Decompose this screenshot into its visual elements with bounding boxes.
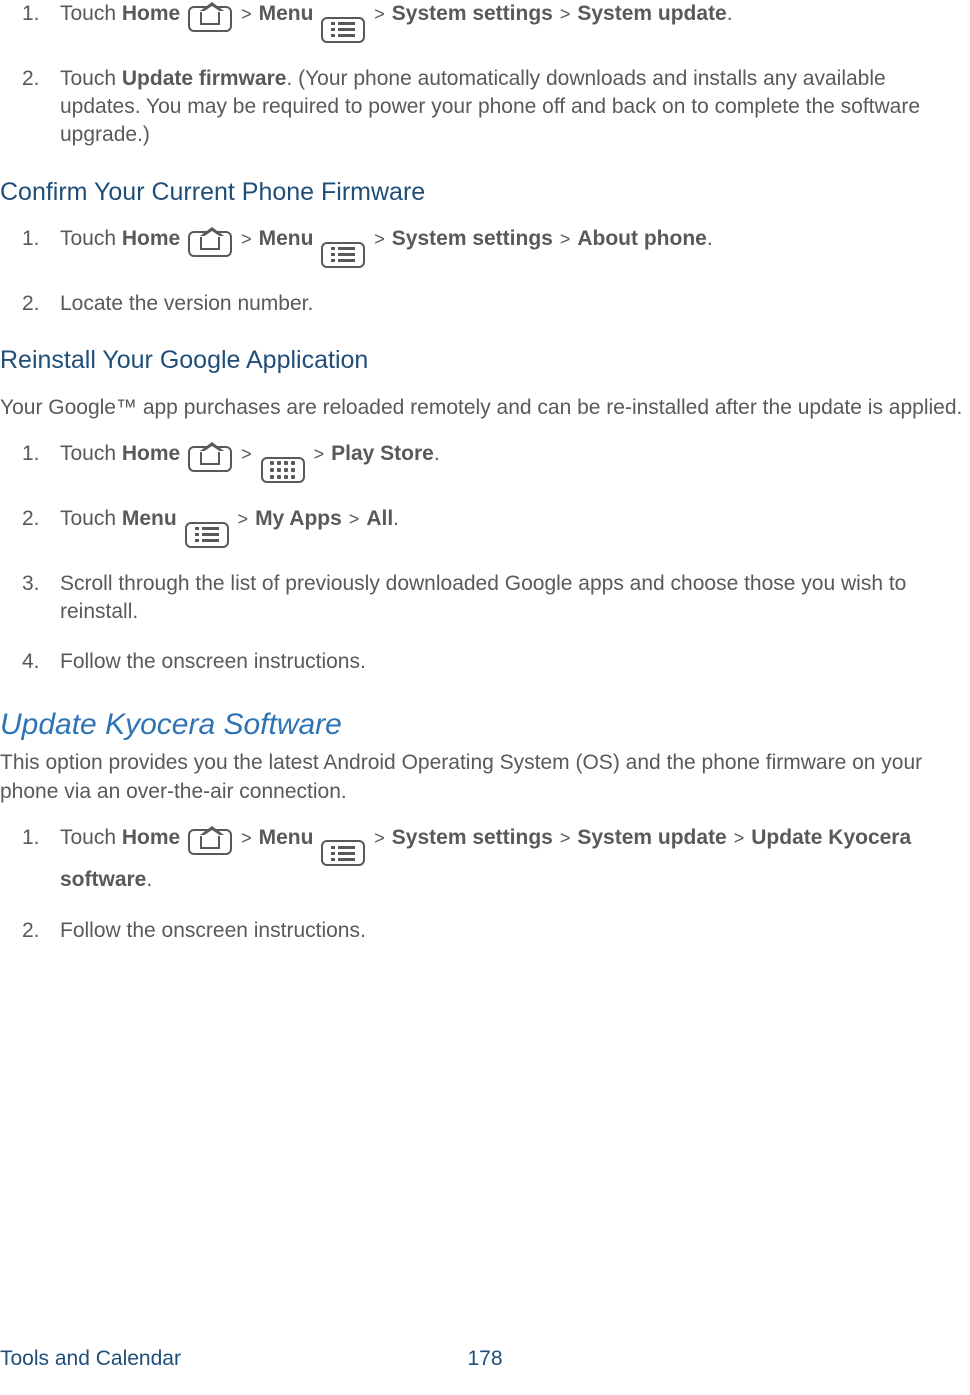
home-icon (188, 231, 232, 257)
list-num: 1. (22, 225, 40, 253)
bold: System settings (392, 2, 553, 25)
sep: > (369, 828, 390, 848)
text: . (393, 507, 399, 530)
bold: Home (122, 2, 180, 25)
bold: System update (577, 2, 726, 25)
list4: 1. Touch Home > Menu > System settings >… (0, 824, 970, 945)
list-num: 2. (22, 65, 40, 93)
text: . (434, 442, 440, 465)
bold: Menu (122, 507, 177, 530)
sep: > (309, 444, 330, 464)
sep: > (236, 444, 257, 464)
list2: 1. Touch Home > Menu > System settings >… (0, 225, 970, 318)
sep: > (555, 4, 576, 24)
text: . (707, 227, 713, 250)
footer-section: Tools and Calendar (0, 1345, 181, 1373)
bold: Home (122, 227, 180, 250)
list-item: 2. Locate the version number. (60, 290, 970, 318)
apps-icon (261, 457, 305, 483)
sep: > (555, 828, 576, 848)
list-num: 2. (22, 290, 40, 318)
text: Touch (60, 507, 122, 530)
sep: > (729, 828, 750, 848)
sep: > (236, 229, 257, 249)
list-item: 4. Follow the onscreen instructions. (60, 648, 970, 676)
list-item: 2. Follow the onscreen instructions. (60, 917, 970, 945)
home-icon (188, 829, 232, 855)
footer: Tools and Calendar 178 (0, 1345, 970, 1373)
text: Follow the onscreen instructions. (60, 919, 366, 942)
text: Touch (60, 227, 122, 250)
text: Scroll through the list of previously do… (60, 572, 906, 623)
list-item: 2. Touch Menu > My Apps > All. (60, 505, 970, 548)
list-item: 1. Touch Home > Menu > System settings >… (60, 824, 970, 895)
bold: Home (122, 442, 180, 465)
paragraph: This option provides you the latest Andr… (0, 749, 970, 806)
list-num: 3. (22, 570, 40, 598)
bold: Menu (259, 826, 314, 849)
text: Touch (60, 442, 122, 465)
text: . (146, 868, 152, 891)
bold: Menu (259, 227, 314, 250)
bold: System update (577, 826, 726, 849)
bold: Home (122, 826, 180, 849)
text: Touch (60, 67, 122, 90)
heading-confirm-firmware: Confirm Your Current Phone Firmware (0, 176, 970, 210)
text: . (727, 2, 733, 25)
list1: 1. Touch Home > Menu > System settings >… (0, 0, 970, 150)
sep: > (555, 229, 576, 249)
list-num: 2. (22, 917, 40, 945)
sep: > (369, 229, 390, 249)
sep: > (344, 509, 365, 529)
bold: All (366, 507, 393, 530)
list3: 1. Touch Home > > Play Store. 2. Touch M… (0, 440, 970, 677)
sep: > (369, 4, 390, 24)
text: Touch (60, 2, 122, 25)
list-item: 1. Touch Home > Menu > System settings >… (60, 225, 970, 268)
list-num: 2. (22, 505, 40, 533)
home-icon (188, 6, 232, 32)
list-item: 1. Touch Home > Menu > System settings >… (60, 0, 970, 43)
bold: System settings (392, 826, 553, 849)
heading-update-kyocera: Update Kyocera Software (0, 705, 970, 746)
text: Touch (60, 826, 122, 849)
bold: Play Store (331, 442, 434, 465)
menu-icon (321, 242, 365, 268)
bold: About phone (577, 227, 706, 250)
menu-icon (321, 17, 365, 43)
sep: > (233, 509, 254, 529)
list-item: 1. Touch Home > > Play Store. (60, 440, 970, 483)
list-num: 1. (22, 440, 40, 468)
sep: > (236, 4, 257, 24)
list-num: 1. (22, 0, 40, 28)
list-num: 4. (22, 648, 40, 676)
bold: My Apps (255, 507, 342, 530)
bold: Update firmware (122, 67, 287, 90)
footer-page-number: 178 (467, 1345, 502, 1373)
home-icon (188, 446, 232, 472)
sep: > (236, 828, 257, 848)
paragraph: Your Google™ app purchases are reloaded … (0, 394, 970, 422)
text: Follow the onscreen instructions. (60, 650, 366, 673)
list-item: 2. Touch Update firmware. (Your phone au… (60, 65, 970, 150)
bold: Menu (259, 2, 314, 25)
list-num: 1. (22, 824, 40, 852)
menu-icon (185, 522, 229, 548)
menu-icon (321, 840, 365, 866)
doc-page: 1. Touch Home > Menu > System settings >… (0, 0, 970, 945)
text: Locate the version number. (60, 292, 313, 315)
heading-reinstall-google: Reinstall Your Google Application (0, 344, 970, 378)
bold: System settings (392, 227, 553, 250)
list-item: 3. Scroll through the list of previously… (60, 570, 970, 627)
